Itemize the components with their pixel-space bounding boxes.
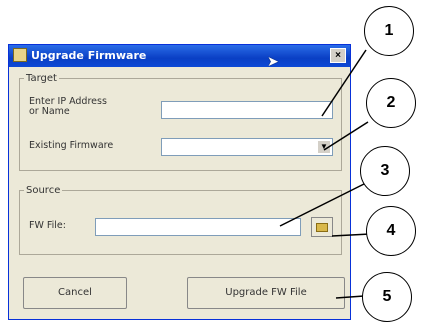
callout-1-pointer	[321, 49, 367, 117]
callout-4: 4	[366, 206, 416, 256]
callout-5-pointer	[335, 295, 365, 299]
callout-3: 3	[360, 146, 410, 196]
callout-3-pointer	[279, 183, 365, 227]
callout-2-pointer	[323, 121, 369, 151]
callout-1: 1	[364, 6, 414, 56]
callout-2: 2	[366, 78, 416, 128]
callout-4-pointer	[331, 233, 371, 237]
callout-5: 5	[362, 272, 412, 322]
